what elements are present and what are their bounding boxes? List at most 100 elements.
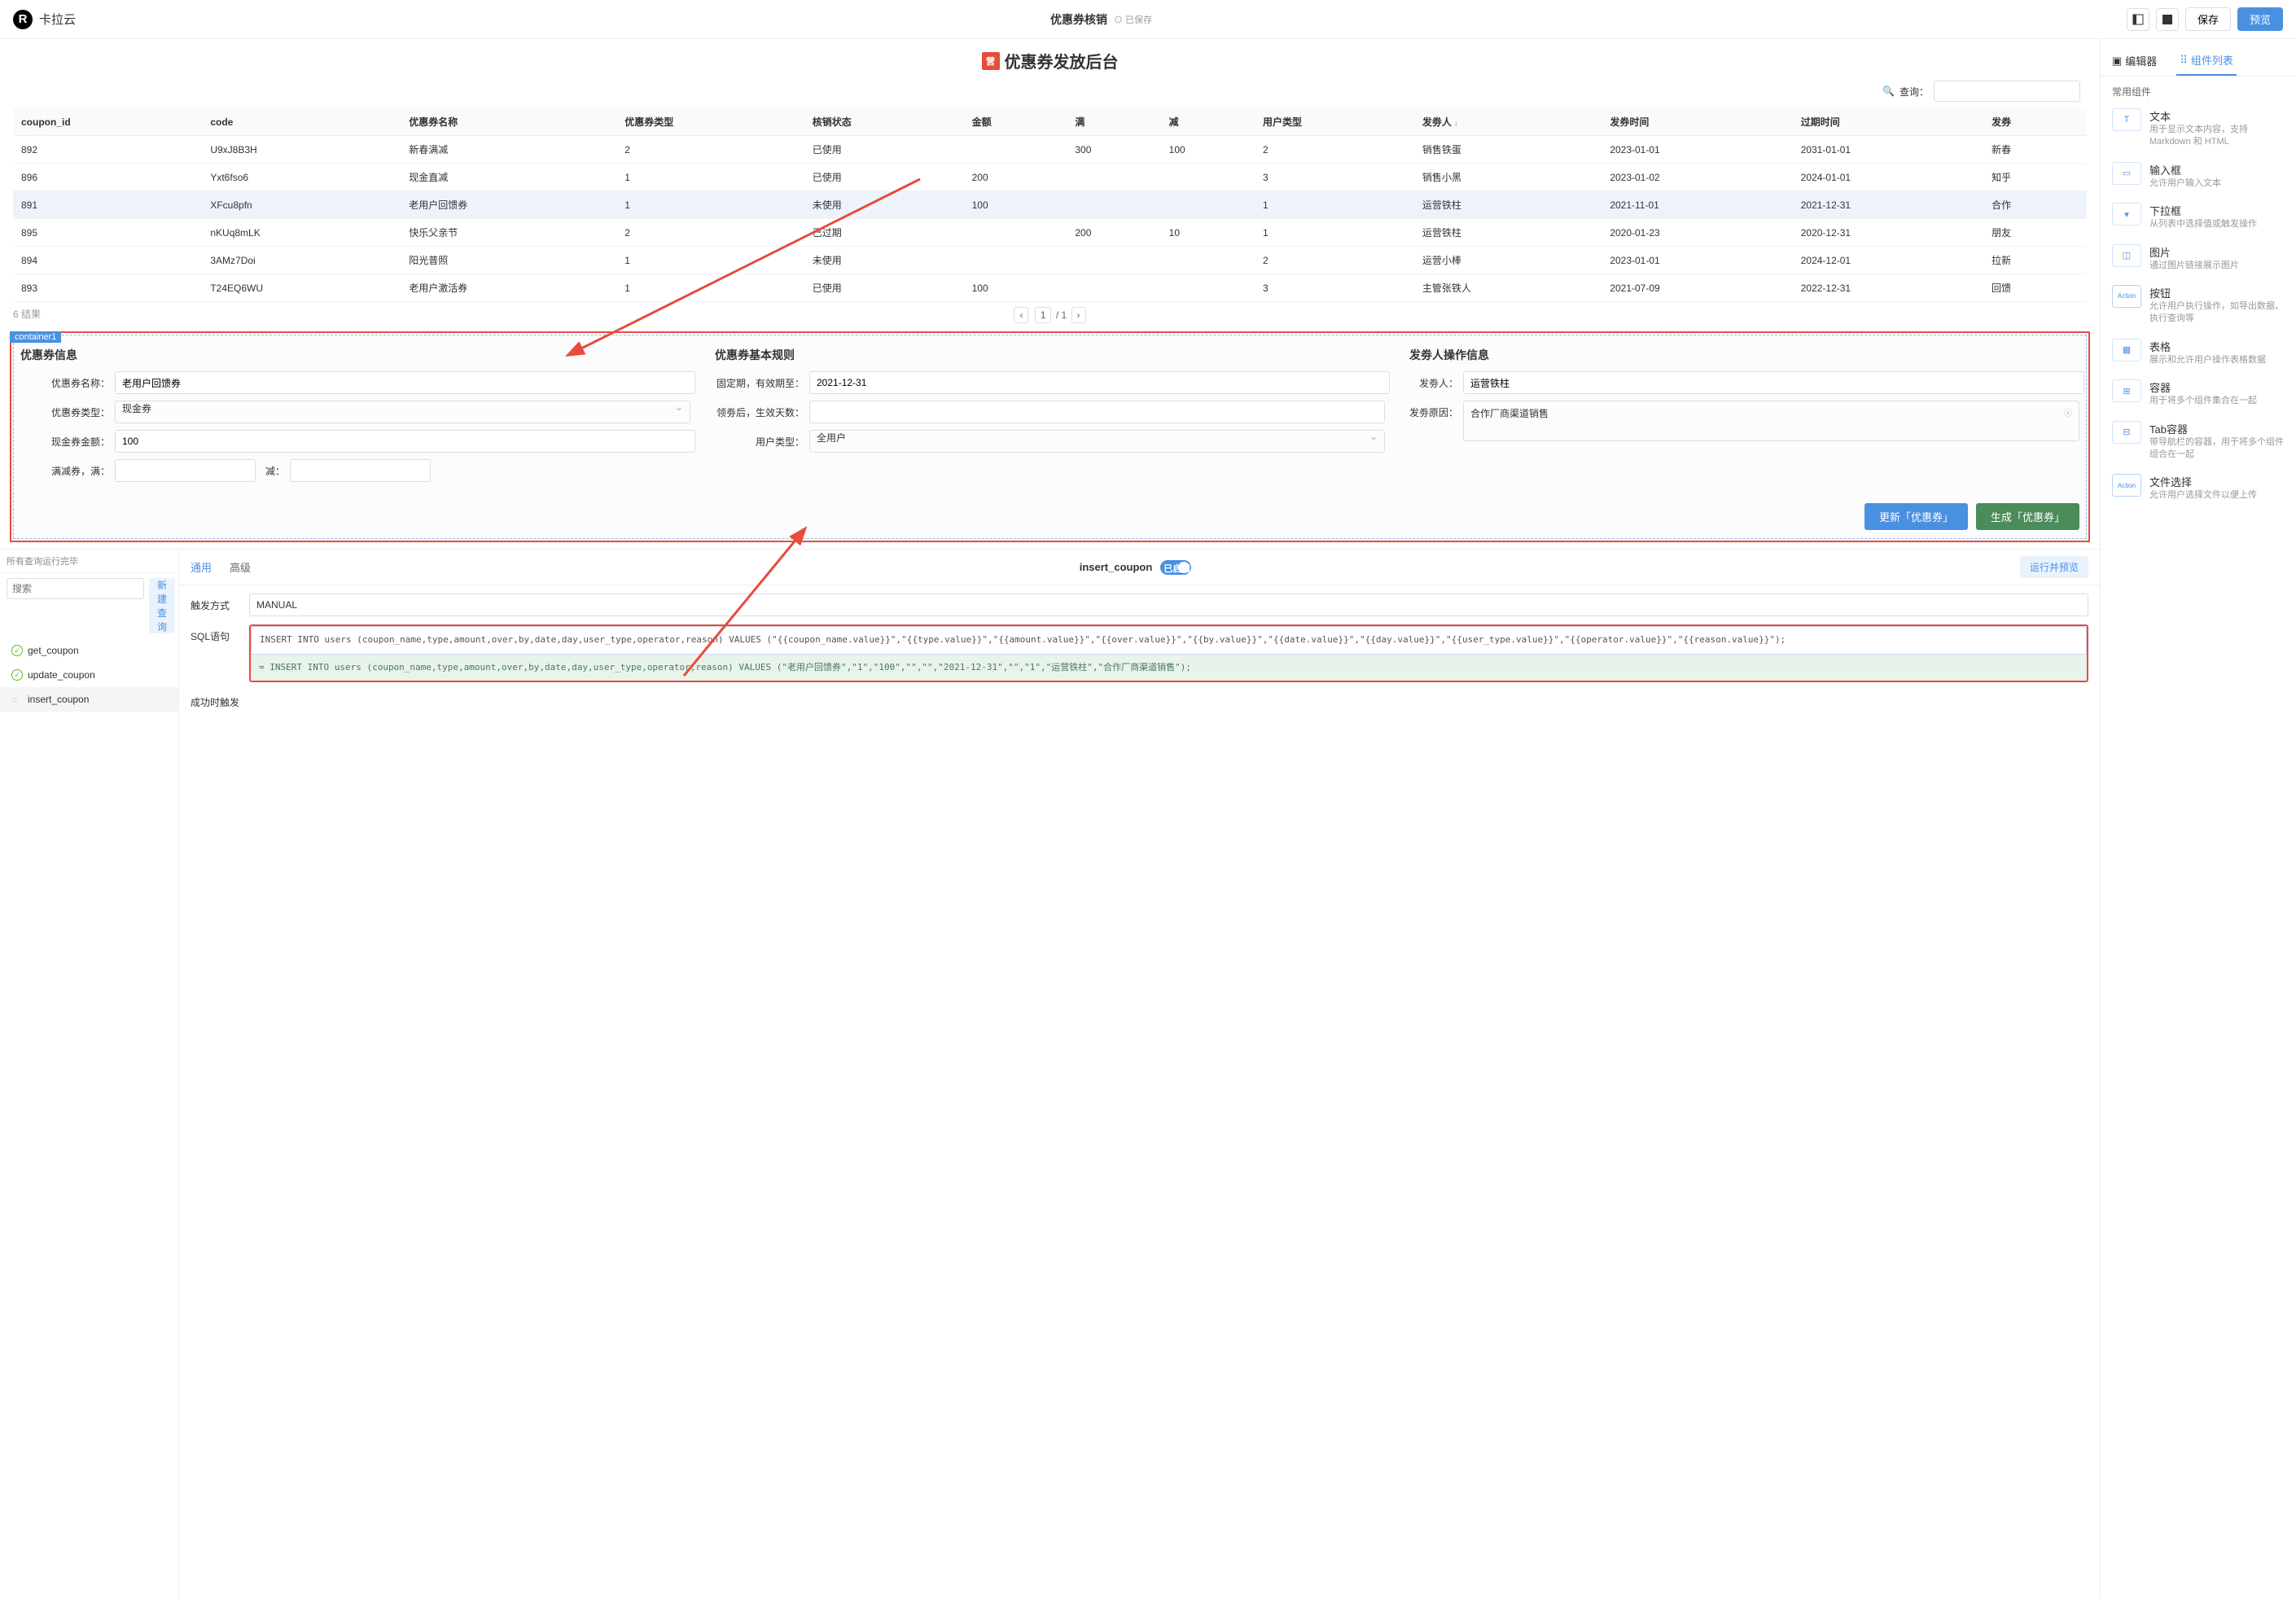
label-days: 领劵后，生效天数： [715, 405, 804, 419]
query-item[interactable]: ✓get_coupon [0, 638, 178, 663]
input-coupon-name[interactable] [115, 371, 695, 394]
search-input[interactable] [1934, 81, 2080, 102]
table-header[interactable]: 发券时间 [1602, 108, 1792, 136]
table-header[interactable]: 减 [1161, 108, 1255, 136]
component-icon: ▾ [2112, 203, 2141, 226]
table-cell: 2022-12-31 [1793, 274, 1983, 302]
new-query-button[interactable]: 新建查询 [149, 578, 175, 633]
component-item[interactable]: ⊟Tab容器带导航栏的容器，用于将多个组件组合在一起 [2101, 414, 2296, 468]
table-header[interactable]: 金额 [964, 108, 1067, 136]
table-row[interactable]: 8943AMz7Doi阳光普照1未使用2运营小棒2023-01-012024-1… [13, 247, 2087, 274]
table-cell [1161, 247, 1255, 274]
table-cell: 合作 [1983, 191, 2087, 219]
table-cell: 2021-11-01 [1602, 191, 1792, 219]
run-preview-button[interactable]: 运行并预览 [2020, 556, 2088, 578]
table-header[interactable]: 用户类型 [1255, 108, 1414, 136]
input-amount[interactable] [115, 430, 695, 453]
table-cell: 1 [616, 274, 804, 302]
table-pager: 6 结果 ‹ 1 / 1 › [13, 302, 2087, 328]
component-name: Tab容器 [2149, 421, 2285, 436]
clear-icon[interactable]: ⓧ [2064, 406, 2072, 418]
table-header[interactable]: 发券 [1983, 108, 2087, 136]
pager-prev[interactable]: ‹ [1014, 307, 1028, 323]
table-header[interactable]: 核销状态 [804, 108, 964, 136]
query-item[interactable]: ✓update_coupon [0, 663, 178, 687]
page-title-area: 优惠券核销 ⊙ 已保存 [76, 11, 2127, 28]
query-sidebar: 所有查询运行完毕 新建查询 ✓get_coupon✓update_coupon○… [0, 550, 179, 1599]
component-item[interactable]: ⊞容器用于将多个组件集合在一起 [2101, 373, 2296, 414]
table-header[interactable]: code [202, 108, 401, 136]
textarea-reason[interactable]: 合作厂商渠道销售ⓧ [1463, 401, 2079, 441]
table-row[interactable]: 891XFcu8pfn老用户回馈券1未使用1001运营铁柱2021-11-012… [13, 191, 2087, 219]
input-minus[interactable] [290, 459, 431, 482]
select-coupon-type[interactable]: 现金券 [115, 401, 690, 423]
container-label: container1 [10, 331, 61, 343]
sql-input[interactable]: INSERT INTO users (coupon_name,type,amou… [251, 626, 2087, 655]
component-name: 表格 [2149, 339, 2285, 354]
input-full[interactable] [115, 459, 256, 482]
component-item[interactable]: ▦表格展示和允许用户操作表格数据 [2101, 332, 2296, 373]
table-header[interactable]: 发劵人 ↓ [1414, 108, 1602, 136]
component-name: 图片 [2149, 244, 2285, 260]
component-item[interactable]: Action按钮允许用户执行操作，如导出数据、执行查询等 [2101, 278, 2296, 332]
tab-components[interactable]: ⠿ 组件列表 [2176, 46, 2237, 76]
table-cell: 896 [13, 164, 202, 191]
layout-sidebar-icon[interactable] [2127, 8, 2149, 31]
table-cell: 2023-01-02 [1602, 164, 1792, 191]
table-cell [964, 136, 1067, 164]
table-header[interactable]: 满 [1067, 108, 1160, 136]
component-item[interactable]: Action文件选择允许用户选择文件以便上传 [2101, 467, 2296, 508]
table-cell: 已使用 [804, 274, 964, 302]
enabled-toggle[interactable]: 已启用 [1160, 560, 1191, 575]
table-cell: 200 [964, 164, 1067, 191]
preview-button[interactable]: 预览 [2237, 7, 2283, 31]
table-row[interactable]: 896Yxt6fso6现金直减1已使用2003销售小黑2023-01-02202… [13, 164, 2087, 191]
layout-full-icon[interactable] [2156, 8, 2179, 31]
update-coupon-button[interactable]: 更新「优惠券」 [1864, 503, 1968, 530]
select-usertype[interactable]: 全用户 [809, 430, 1385, 453]
label-expire: 固定期，有效期至： [715, 376, 804, 390]
section-rules: 优惠券基本规则 [715, 347, 1385, 363]
table-row[interactable]: 892U9xJ8B3H新春满减2已使用3001002销售铁蛋2023-01-01… [13, 136, 2087, 164]
table-cell: 朋友 [1983, 219, 2087, 247]
table-header[interactable]: coupon_id [13, 108, 202, 136]
input-expire[interactable] [809, 371, 1390, 394]
table-cell [1161, 274, 1255, 302]
query-item[interactable]: ○insert_coupon [0, 687, 178, 712]
input-operator[interactable] [1463, 371, 2084, 394]
table-header[interactable]: 优惠券类型 [616, 108, 804, 136]
component-name: 输入框 [2149, 162, 2285, 177]
component-name: 文本 [2149, 108, 2285, 124]
table-row[interactable]: 893T24EQ6WU老用户激活券1已使用1003主管张铁人2021-07-09… [13, 274, 2087, 302]
table-cell: 运营铁柱 [1414, 219, 1602, 247]
section-operator: 发劵人操作信息 [1409, 347, 2079, 363]
label-coupon-name: 优惠券名称： [20, 376, 110, 390]
component-item[interactable]: T文本用于显示文本内容，支持 Markdown 和 HTML [2101, 102, 2296, 156]
table-cell: 2020-12-31 [1793, 219, 1983, 247]
table-cell: 回馈 [1983, 274, 2087, 302]
table-cell: nKUq8mLK [202, 219, 401, 247]
table-cell: 300 [1067, 136, 1160, 164]
component-item[interactable]: ▾下拉框从列表中选择值或触发操作 [2101, 196, 2296, 237]
table-cell: XFcu8pfn [202, 191, 401, 219]
table-cell: 2 [1255, 136, 1414, 164]
tab-editor[interactable]: ▣ 编辑器 [2109, 46, 2160, 76]
component-item[interactable]: ◫图片通过图片链接展示图片 [2101, 238, 2296, 278]
table-cell [1161, 164, 1255, 191]
create-coupon-button[interactable]: 生成「优惠券」 [1976, 503, 2079, 530]
pager-next[interactable]: › [1071, 307, 1086, 323]
component-item[interactable]: ▭输入框允许用户输入文本 [2101, 156, 2296, 196]
select-trigger[interactable]: MANUAL [249, 594, 2088, 616]
table-header[interactable]: 过期时间 [1793, 108, 1983, 136]
input-days[interactable] [809, 401, 1385, 423]
tab-advanced[interactable]: 高级 [230, 559, 251, 575]
table-row[interactable]: 895nKUq8mLK快乐父亲节2已过期200101运营铁柱2020-01-23… [13, 219, 2087, 247]
save-button[interactable]: 保存 [2185, 7, 2231, 31]
table-cell: 新春满减 [401, 136, 616, 164]
table-cell: 893 [13, 274, 202, 302]
query-search-input[interactable] [7, 578, 144, 599]
table-cell: 2024-01-01 [1793, 164, 1983, 191]
table-header[interactable]: 优惠券名称 [401, 108, 616, 136]
tab-general[interactable]: 通用 [191, 559, 212, 575]
table-cell: 10 [1161, 219, 1255, 247]
